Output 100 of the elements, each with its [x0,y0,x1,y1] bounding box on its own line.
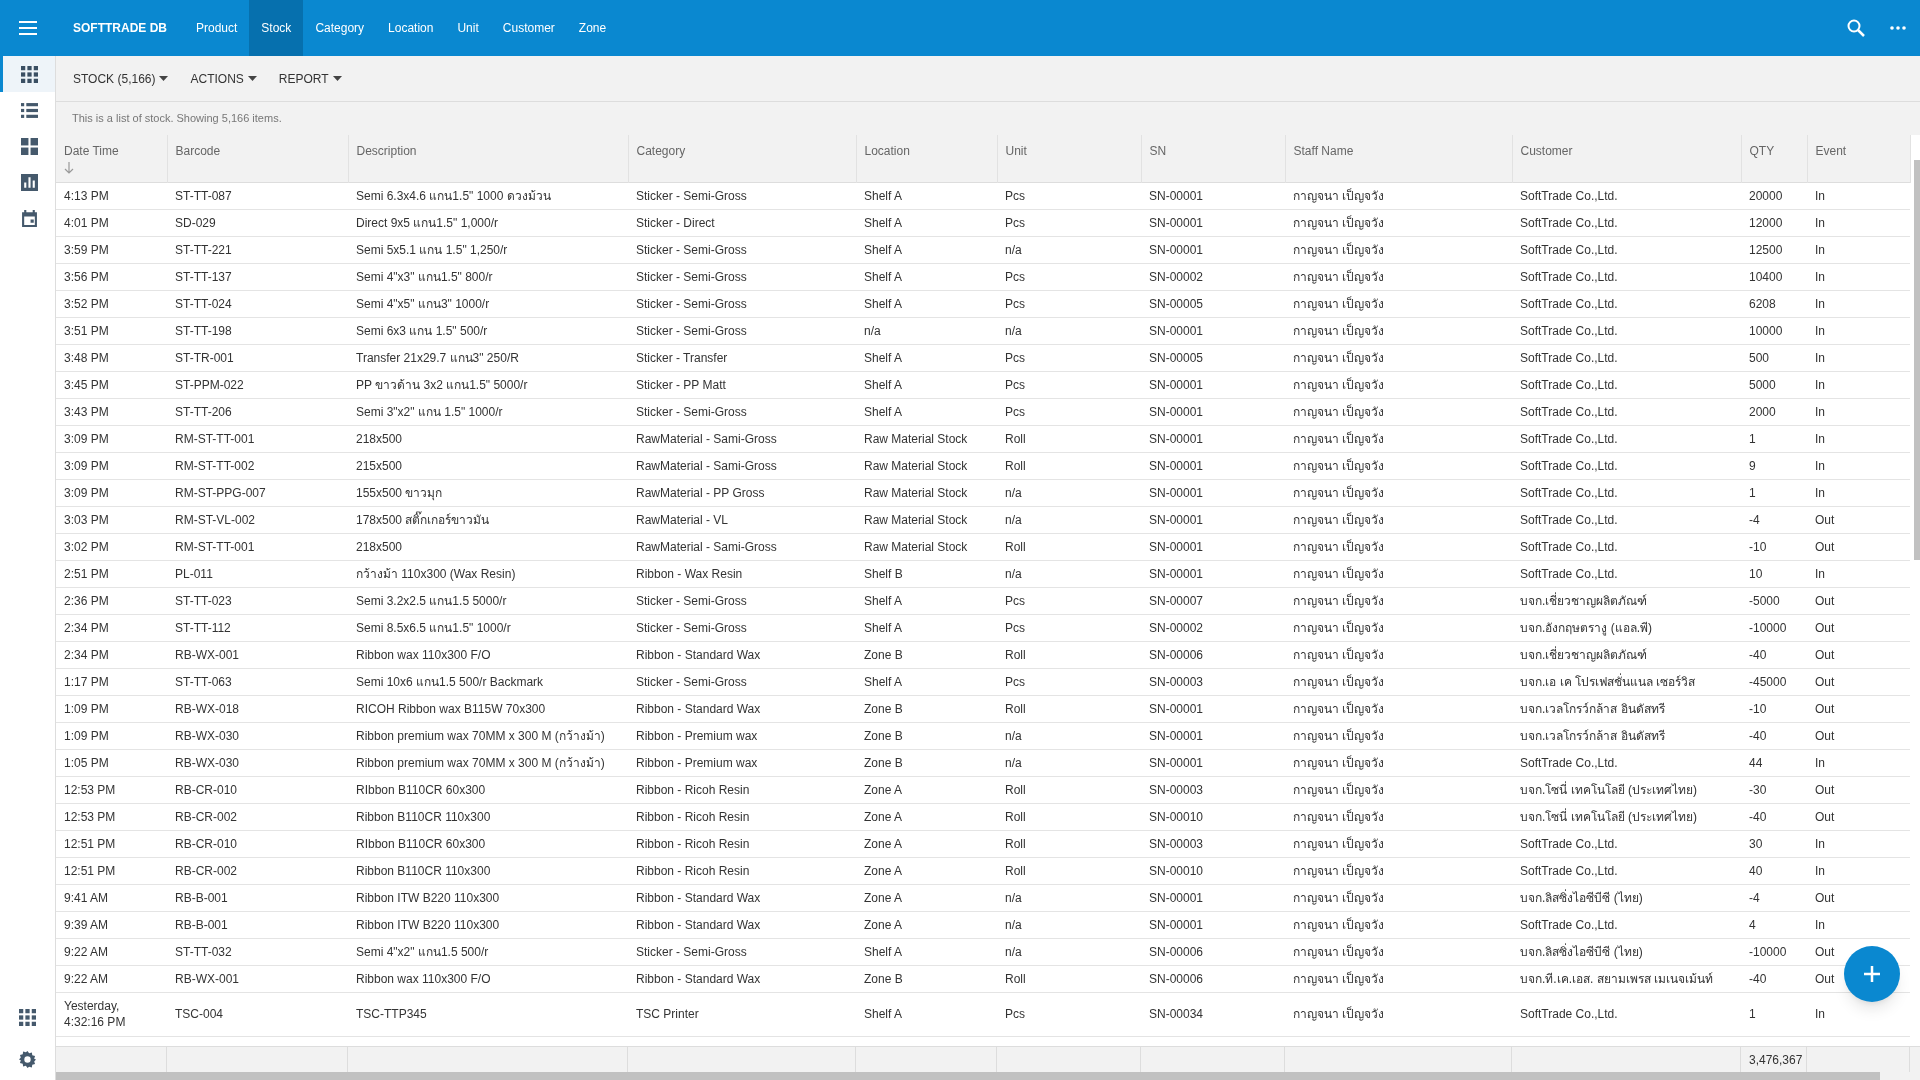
column-header[interactable]: Location [856,135,997,182]
table-cell: Ribbon - Standard Wax [636,701,761,716]
table-cell: Ribbon ITW B220 110x300 [356,917,500,932]
table-cell: บจก.เวลโกรว์กล้าส อินดัสทรี [1520,701,1665,716]
table-cell: Ribbon - Ricoh Resin [636,782,750,797]
table-cell: Ribbon premium wax 70MM x 300 M (กว้างม้า) [356,728,605,743]
table-cell: Semi 4"x2" แกน1.5 500/r [356,944,489,959]
table-cell: Semi 5x5.1 แกน 1.5" 1,250/r [356,242,508,257]
table-cell: TSC Printer [636,1007,699,1021]
dropdown-button[interactable]: ACTIONS [187,69,260,88]
table-cell: ST-TT-032 [175,944,232,959]
table-cell: SN-00001 [1149,701,1204,716]
column-header[interactable]: Staff Name [1285,135,1512,182]
table-cell: SN-00001 [1149,755,1204,770]
settings-icon [19,1050,36,1068]
table-cell: 4:01 PM [64,215,109,230]
table-cell: บจก.โซนี่ เทคโนโลยี (ประเทศไทย) [1520,782,1697,797]
table-cell: 3:09 PM [64,458,109,473]
table-cell: กาญจนา เป็ญจวัง [1293,1007,1385,1021]
table-cell: SD-029 [175,215,216,230]
column-header[interactable]: SN [1141,135,1285,182]
table-cell: Pcs [1005,188,1025,203]
column-header[interactable]: Event [1807,135,1910,182]
table-cell: กาญจนา เป็ญจวัง [1293,917,1385,932]
table-cell: Shelf A [864,593,903,608]
table-cell: Sticker - PP Matt [636,377,726,392]
table-cell: กาญจนา เป็ญจวัง [1293,377,1385,392]
table-cell: กาญจนา เป็ญจวัง [1293,539,1385,554]
vertical-scrollbar[interactable] [1914,160,1920,560]
column-header[interactable]: Date Time [56,135,167,182]
list-icon [20,101,38,119]
table-cell: SoftTrade Co.,Ltd. [1520,404,1618,419]
column-header[interactable]: Category [628,135,856,182]
column-header[interactable]: Description [348,135,628,182]
table-cell: Semi 4"x3" แกน1.5" 800/r [356,269,493,284]
nav-tab[interactable]: Unit [445,0,491,56]
table-cell: Raw Material Stock [864,539,968,554]
table-cell: บจก.ที.เค.เอส. สยามเพรส เมเนจเม้นท์ [1520,971,1713,986]
nav-tab[interactable]: Product [184,0,250,56]
table-cell: RB-WX-030 [175,755,239,770]
table-cell: Ribbon - Ricoh Resin [636,863,750,878]
table-cell: SN-00001 [1149,215,1204,230]
column-header[interactable]: Barcode [167,135,348,182]
table-cell: SN-00001 [1149,539,1204,554]
table-cell: Ribbon - Premium wax [636,728,758,743]
table-cell: SN-00002 [1149,269,1204,284]
table-cell: 2:36 PM [64,593,109,608]
table-cell: RM-ST-TT-001 [175,539,255,554]
table-cell: -45000 [1749,674,1787,689]
column-header[interactable]: Customer [1512,135,1741,182]
table-cell: Yesterday, 4:32:16 PM [64,999,126,1029]
dropdown-button[interactable]: STOCK (5,166) [70,69,172,88]
table-cell: RawMaterial - PP Gross [636,485,765,500]
table-cell: Pcs [1005,404,1025,419]
table-cell: 4 [1749,917,1756,932]
dropdown-button[interactable]: REPORT [275,69,345,88]
table-cell: -4 [1749,512,1760,527]
table-cell: SN-00001 [1149,917,1204,932]
table-cell: n/a [1005,323,1022,338]
table-cell: 6208 [1749,296,1776,311]
sidebar-item[interactable] [0,56,55,92]
table-cell: SoftTrade Co.,Ltd. [1520,296,1618,311]
table-cell: Shelf A [864,377,903,392]
table-cell: 155x500 ขาวมุก [356,485,443,500]
table-cell: Shelf B [864,566,903,581]
table-cell: กาญจนา เป็ญจวัง [1293,458,1385,473]
table-cell: In [1815,242,1825,257]
table-cell: Ribbon B110CR 110x300 [356,863,491,878]
table-cell: ST-TT-198 [175,323,232,338]
table-cell: Shelf A [864,620,903,635]
table-cell: PL-011 [175,566,213,581]
nav-tab[interactable]: Stock [249,0,304,56]
table-cell: -4 [1749,890,1760,905]
table-cell: n/a [1005,242,1022,257]
table-cell: 30 [1749,836,1763,851]
column-header[interactable]: QTY [1741,135,1807,182]
table-cell: -40 [1749,647,1767,662]
table-cell: SN-00001 [1149,728,1204,743]
table-cell: SoftTrade Co.,Ltd. [1520,485,1618,500]
table-cell: 1:09 PM [64,728,109,743]
table-cell: Pcs [1005,674,1025,689]
table-cell: Pcs [1005,215,1025,230]
table-cell: Pcs [1005,377,1025,392]
table-cell: SoftTrade Co.,Ltd. [1520,188,1618,203]
table-cell: RawMaterial - Sami-Gross [636,539,777,554]
horizontal-scrollbar[interactable] [56,1072,1880,1080]
table-cell: กาญจนา เป็ญจวัง [1293,971,1385,986]
more-icon [1890,26,1906,30]
total-value: 3,476,367 [1749,1051,1803,1069]
table-cell: ST-TT-087 [175,188,232,203]
nav-tab[interactable]: Zone [566,0,619,56]
table-cell: Ribbon premium wax 70MM x 300 M (กว้างม้า) [356,755,605,770]
nav-tab[interactable]: Category [303,0,377,56]
table-cell: Zone A [864,890,903,905]
table-cell: Zone B [864,701,903,716]
table-cell: SN-00006 [1149,944,1204,959]
column-header[interactable]: Unit [997,135,1141,182]
nav-tab[interactable]: Location [376,0,446,56]
table-cell: In [1815,323,1825,338]
nav-tab[interactable]: Customer [490,0,567,56]
